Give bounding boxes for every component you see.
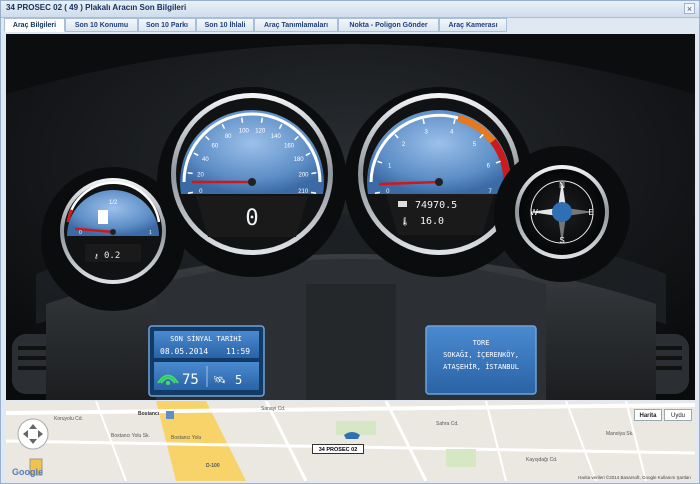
fuel-probe-icon: ⚷ [94, 253, 98, 260]
map-type-harita-button[interactable]: Harita [634, 409, 662, 421]
tab-son-10-parki[interactable]: Son 10 Parkı [138, 18, 196, 32]
dashboard-panel: 1/2 0 1 ⚷ 0.2 0 20 40 60 80 100 120 140 160 180 20… [6, 34, 695, 400]
gauge-tick-label: 80 [225, 134, 232, 140]
map-street-label: Koruyolu Cd. [54, 416, 83, 422]
address-line-1: TORE [473, 339, 490, 347]
speedometer: 020406080100 120140160180200210 0 [157, 87, 347, 277]
gauge-tick-mark [187, 171, 193, 175]
gauge-tick-mark [310, 191, 317, 195]
temperature-value: 16.0 [420, 216, 444, 227]
fuel-label-half: 1/2 [109, 200, 118, 206]
map-street-label: Kayışdağı Cd. [526, 457, 558, 463]
gauge-tick-label: 210 [298, 189, 309, 195]
compass-west: W [530, 208, 538, 217]
temperature-icon: 🌡 [400, 217, 410, 226]
metro-station-icon [166, 411, 174, 419]
compass-north: N [559, 181, 565, 190]
map-street-label: Bostancı Yolu Sk. [111, 433, 150, 439]
gauge-tick-label: 40 [202, 157, 209, 163]
tab-arac-bilgileri[interactable]: Araç Bilgileri [4, 18, 65, 32]
signal-panel: SON SİNYAL TARİHİ 08.05.2014 11:59 75 🛰 … [148, 325, 265, 397]
gauge-tick-mark [187, 191, 194, 195]
fuel-readout: 0.2 [104, 251, 120, 261]
odometer-icon [398, 201, 407, 207]
satellite-icon: 🛰 [213, 375, 226, 386]
gauge-tick-mark [374, 191, 381, 195]
gauge-tick-label: 180 [294, 157, 305, 163]
signal-title: SON SİNYAL TARİHİ [170, 334, 242, 343]
map-street-label: D-100 [206, 463, 220, 469]
odometer-value: 74970.5 [415, 200, 457, 211]
map-panel[interactable]: Koruyolu Cd. Bostancı Bostancı Yolu Sk. … [6, 401, 695, 481]
map-canvas[interactable] [6, 401, 695, 481]
map-pan-control[interactable] [17, 418, 49, 450]
gauge-tick-label: 200 [298, 173, 309, 179]
gauge-tick-mark [260, 117, 264, 123]
tab-nokta-poligon-gonder[interactable]: Nokta - Poligon Gönder [338, 18, 439, 32]
vehicle-info-window: 34 PROSEC 02 ( 49 ) Plakalı Aracın Son B… [0, 0, 700, 484]
fuel-pump-icon [98, 210, 108, 224]
gauge-tick-label: 120 [255, 129, 266, 135]
map-street-label: Sahra Cd. [436, 421, 459, 427]
map-street-label: Bostancı [138, 411, 160, 417]
tab-arac-kamerasi[interactable]: Araç Kamerası [439, 18, 507, 32]
tab-son-10-ihlali[interactable]: Son 10 İhlali [196, 18, 254, 32]
gauge-tick-label: 60 [212, 144, 219, 150]
tab-son-10-konumu[interactable]: Son 10 Konumu [65, 18, 138, 32]
gauge-tick-mark [311, 171, 317, 175]
dashboard-graphic: 1/2 0 1 ⚷ 0.2 0 20 40 60 80 100 120 140160 180 20… [6, 34, 695, 400]
gauge-tick-mark [240, 117, 244, 123]
compass: N E S W [494, 146, 630, 282]
map-street-label: Sanayi Cd. [261, 406, 286, 412]
signal-time: 11:59 [226, 347, 250, 356]
gauge-tick-label: 100 [239, 129, 250, 135]
fuel-label-full: 1 [149, 230, 152, 236]
address-line-2: SOKAĞI, İÇERENKÖY, [443, 350, 519, 359]
speed-value: 0 [245, 206, 258, 231]
close-icon[interactable]: × [684, 3, 695, 14]
google-logo: Google [12, 467, 43, 477]
compass-east: E [588, 208, 593, 217]
map-attribution[interactable]: Harita verileri ©2014 Basarsoft, Google … [578, 475, 691, 480]
gauge-tick-label: 140 [271, 134, 282, 140]
vehicle-plate-label[interactable]: 34 PROSEC 02 [312, 444, 364, 454]
map-street-label: Bostancı Yolu [171, 435, 202, 441]
compass-south: S [559, 236, 564, 245]
address-line-3: ATAŞEHİR, İSTANBUL [443, 362, 519, 371]
gauge-tick-label: 160 [284, 144, 295, 150]
window-titlebar: 34 PROSEC 02 ( 49 ) Plakalı Aracın Son B… [1, 1, 699, 18]
map-type-uydu-button[interactable]: Uydu [664, 409, 692, 421]
compass-vehicle-icon [552, 202, 572, 222]
satellite-count: 5 [235, 373, 242, 387]
window-title: 34 PROSEC 02 ( 49 ) Plakalı Aracın Son B… [6, 3, 187, 12]
address-panel: TORE SOKAĞI, İÇERENKÖY, ATAŞEHİR, İSTANB… [425, 325, 537, 395]
signal-strength: 75 [182, 372, 199, 388]
map-street-label: Manolya Sk. [606, 431, 634, 437]
gauge-tick-label: 20 [197, 173, 204, 179]
signal-date: 08.05.2014 [160, 347, 208, 356]
tab-arac-tanimlamalari[interactable]: Araç Tanımlamaları [254, 18, 338, 32]
fuel-label-empty: 0 [79, 230, 82, 236]
